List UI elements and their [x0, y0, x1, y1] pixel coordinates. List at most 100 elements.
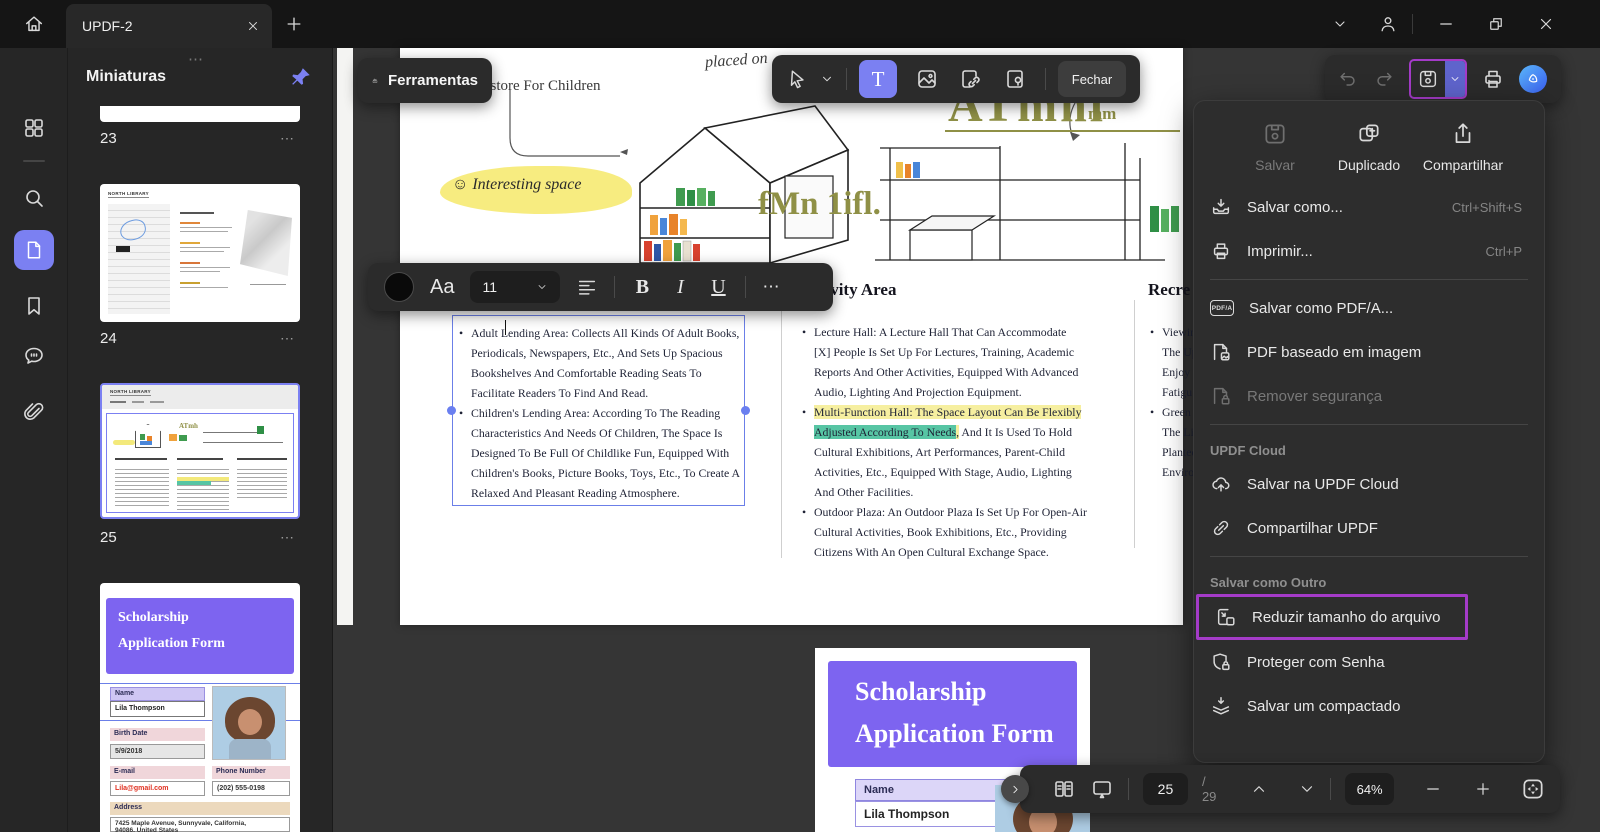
restore-button[interactable]: [1478, 6, 1514, 42]
zoom-level-input[interactable]: 64%: [1345, 773, 1394, 805]
menu-item-remover-seguranca: Remover segurança: [1194, 374, 1544, 418]
undo-button[interactable]: [1337, 68, 1359, 90]
menu-item-compartilhar-updf[interactable]: Compartilhar UPDF: [1194, 506, 1544, 550]
font-size-select[interactable]: 11: [470, 271, 561, 303]
thumb-line: [203, 442, 283, 443]
select-tool-dropdown[interactable]: [820, 72, 834, 86]
bookmark-icon: [28, 297, 40, 315]
zoom-out-button[interactable]: [1424, 780, 1442, 798]
page-number-value: 25: [1157, 781, 1174, 797]
tab-close-icon[interactable]: [246, 19, 260, 33]
selection-handle-right[interactable]: [741, 406, 750, 415]
chevron-down-button[interactable]: [1322, 6, 1358, 42]
menu-item-salvar-pdfa[interactable]: PDF/A Salvar como PDF/A...: [1194, 286, 1544, 330]
sidebar-item-thumbnails[interactable]: [14, 230, 54, 270]
thumbnail-menu-button[interactable]: ⋯: [280, 330, 296, 347]
menu-item-salvar-como[interactable]: Salvar como... Ctrl+Shift+S: [1194, 185, 1544, 229]
stamp-tool-button[interactable]: [1003, 67, 1027, 91]
document-icon: [27, 241, 41, 259]
link-tool-button[interactable]: [959, 67, 983, 91]
thumb-books: [140, 441, 152, 445]
fechar-button[interactable]: Fechar: [1058, 61, 1126, 97]
document-tab[interactable]: UPDF-2: [66, 4, 272, 48]
menu-item-shortcut: Ctrl+Shift+S: [1451, 199, 1522, 215]
value-text: Lila Thompson: [115, 705, 165, 712]
menu-item-label: Remover segurança: [1247, 387, 1383, 405]
print-button[interactable]: [1481, 67, 1505, 91]
image-tool-button[interactable]: [915, 67, 939, 91]
yellow-highlight: Multi-Function Hall: The Space Layout Ca…: [814, 405, 1082, 419]
slideshow-button[interactable]: [1090, 777, 1114, 801]
next-page-button[interactable]: [1298, 780, 1316, 798]
attachments-button[interactable]: [22, 400, 46, 424]
menu-item-reduzir-tamanho[interactable]: Reduzir tamanho do arquivo: [1199, 597, 1465, 637]
font-color-button[interactable]: [384, 272, 414, 302]
comments-button[interactable]: [22, 344, 46, 368]
two-page-view-button[interactable]: [1052, 777, 1076, 801]
selected-text-box[interactable]: Adult Lending Area: Collects All Kinds O…: [452, 315, 745, 506]
ai-assistant-button[interactable]: [1519, 65, 1547, 93]
thumbnail-page-26[interactable]: Scholarship Application Form Name Lila T…: [100, 583, 300, 832]
menu-item-imprimir[interactable]: Imprimir... Ctrl+P: [1194, 229, 1544, 273]
new-tab-button[interactable]: [284, 14, 304, 34]
previous-page-button[interactable]: [1250, 780, 1268, 798]
bookmarks-button[interactable]: [22, 294, 46, 318]
home-button[interactable]: [16, 6, 52, 42]
thumb-tab: [110, 401, 126, 403]
thumbnail-page-23[interactable]: [100, 106, 300, 122]
thumb-books: [140, 434, 145, 440]
italic-button[interactable]: I: [669, 276, 691, 299]
thumbnail-page-24[interactable]: NORTH LIBRARY: [100, 184, 300, 322]
menu-item-salvar-cloud[interactable]: Salvar na UPDF Cloud: [1194, 462, 1544, 506]
save-button[interactable]: [1411, 61, 1445, 97]
fit-screen-button[interactable]: [1520, 776, 1546, 802]
thumbnail-menu-button[interactable]: ⋯: [280, 130, 296, 147]
label-text: E-mail: [114, 768, 136, 775]
doc-text-line: Outdoor Plaza: An Outdoor Plaza Is Set U…: [800, 502, 1140, 522]
selection-handle-left[interactable]: [447, 406, 456, 415]
printer-icon: [1485, 70, 1501, 88]
label-text: Phone Number: [216, 768, 266, 775]
minimize-button[interactable]: [1428, 6, 1464, 42]
search-button[interactable]: [22, 186, 46, 210]
thumb-birth-value: 5/9/2018: [110, 744, 205, 759]
bold-button[interactable]: B: [631, 276, 653, 299]
page-number-input[interactable]: 25: [1142, 773, 1188, 805]
menu-item-pdf-imagem[interactable]: PDF baseado em imagem: [1194, 330, 1544, 374]
save-dropdown-button[interactable]: [1445, 61, 1465, 97]
account-button[interactable]: [1370, 6, 1406, 42]
thumbnail-menu-button[interactable]: ⋯: [280, 529, 296, 546]
thumb-heading: [177, 458, 223, 460]
close-window-button[interactable]: [1528, 6, 1564, 42]
menu-item-proteger-senha[interactable]: Proteger com Senha: [1194, 640, 1544, 684]
ferramentas-button[interactable]: Ferramentas: [358, 58, 492, 103]
menu-item-salvar-compactado[interactable]: Salvar um compactado: [1194, 684, 1544, 728]
value-text: Lila Thompson: [864, 807, 950, 821]
underline-button[interactable]: U: [707, 276, 729, 299]
panel-drag-handle[interactable]: ⋯: [188, 50, 206, 68]
align-button[interactable]: [576, 276, 598, 298]
form-name-input[interactable]: Lila Thompson: [855, 801, 1005, 827]
pin-icon[interactable]: [290, 66, 312, 88]
collapse-bar-button[interactable]: [1001, 775, 1029, 803]
thumbnail-page-25-current[interactable]: NORTH LIBRARY ATmh: [100, 383, 300, 519]
apps-grid-button[interactable]: [22, 116, 46, 140]
quick-duplicado[interactable]: Duplicado: [1322, 121, 1416, 173]
pdf-page-25[interactable]: kstore For Children placed on ☺ Interest…: [400, 48, 1196, 625]
text-tool-button-active[interactable]: T: [859, 60, 897, 98]
font-style-button[interactable]: Aa: [430, 276, 454, 299]
quick-compartilhar[interactable]: Compartilhar: [1416, 121, 1510, 173]
save-dropdown-menu: Salvar Duplicado Compartilhar Salvar com…: [1193, 100, 1545, 763]
quick-salvar: Salvar: [1228, 121, 1322, 173]
chevron-right-icon: [1012, 785, 1018, 793]
chat-icon: [25, 347, 43, 364]
zoom-in-button[interactable]: [1474, 780, 1492, 798]
book-view-icon: [1055, 781, 1073, 797]
redo-button[interactable]: [1373, 68, 1395, 90]
panel-title: Miniaturas: [86, 68, 167, 85]
thumb-building-sketch: [240, 210, 292, 276]
thumb-books: [257, 426, 264, 434]
select-tool-button[interactable]: [786, 68, 808, 90]
thumb-selection-box: ATmh: [106, 413, 294, 513]
more-options-button[interactable]: ⋯: [762, 277, 780, 297]
